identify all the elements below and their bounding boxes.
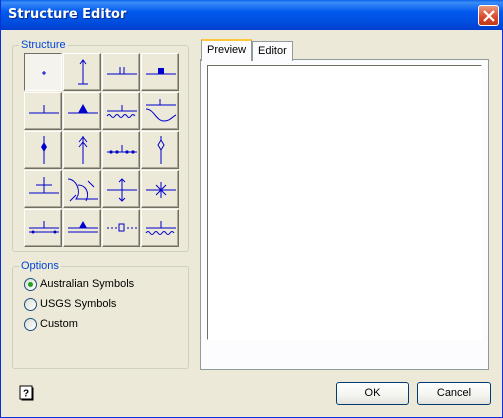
- symbol-button-tick-wavy[interactable]: [102, 92, 140, 130]
- symbol-button-fold[interactable]: [63, 170, 101, 208]
- symbol-button-wavy-tick-double[interactable]: [141, 209, 179, 247]
- help-button[interactable]: ?: [18, 385, 34, 401]
- tick-wavy-line-symbol-icon: [106, 105, 137, 118]
- symbol-button-filled-triangle[interactable]: [63, 92, 101, 130]
- ok-button[interactable]: OK: [336, 382, 409, 405]
- radio-button[interactable]: [24, 297, 37, 311]
- symbol-button-cross-line[interactable]: [24, 170, 62, 208]
- radio-usgs-symbols[interactable]: USGS Symbols: [24, 297, 116, 311]
- double-tick-line-symbol-icon: [107, 67, 137, 75]
- symbol-button-double-chevron[interactable]: [63, 131, 101, 169]
- wavy-tick-double-line-symbol-icon: [145, 221, 176, 235]
- options-group-label: Options: [19, 260, 61, 273]
- symbol-button-double-tick[interactable]: [102, 53, 140, 91]
- radio-label: USGS Symbols: [40, 298, 117, 310]
- star-cross-symbol-icon: [146, 182, 176, 198]
- symbol-button-dotted-tick-double[interactable]: [24, 209, 62, 247]
- tab-label: Preview: [207, 44, 247, 56]
- symbol-button-dashed-box[interactable]: [102, 209, 140, 247]
- close-icon: [483, 10, 495, 22]
- fold-line-symbol-icon: [67, 178, 98, 202]
- symbol-button-triangle-double[interactable]: [63, 209, 101, 247]
- dotted-tick-line-symbol-icon: [107, 145, 137, 154]
- point-symbol-icon: [42, 71, 46, 75]
- tab-label: Editor: [258, 45, 287, 57]
- s-curve-line-symbol-icon: [145, 99, 177, 122]
- dotted-tick-double-line-symbol-icon: [29, 221, 59, 234]
- structure-symbol-grid: [24, 53, 179, 247]
- symbol-button-vertical-arrow[interactable]: [63, 53, 101, 91]
- hollow-diamond-arrow-symbol-icon: [157, 136, 165, 164]
- radio-button[interactable]: [24, 317, 37, 331]
- vertical-arrow-symbol-icon: [78, 59, 88, 85]
- double-chevron-arrow-symbol-icon: [78, 136, 88, 164]
- triangle-double-line-symbol-icon: [68, 221, 98, 233]
- symbol-button-hollow-diamond[interactable]: [141, 131, 179, 169]
- radio-australian-symbols[interactable]: Australian Symbols: [24, 277, 134, 291]
- tab-preview[interactable]: Preview: [201, 39, 253, 61]
- diamond-down-arrow-symbol-icon: [41, 136, 47, 164]
- single-tick-line-symbol-icon: [29, 105, 59, 114]
- structure-editor-window: Structure Editor Structure Options Austr…: [0, 0, 503, 418]
- symbol-button-dotted-tick[interactable]: [102, 131, 140, 169]
- tab-editor[interactable]: Editor: [252, 41, 293, 61]
- help-icon: ?: [19, 385, 34, 401]
- symbol-button-s-curve[interactable]: [141, 92, 179, 130]
- window-title: Structure Editor: [8, 7, 127, 22]
- symbol-button-diamond-down[interactable]: [24, 131, 62, 169]
- symbol-button-filled-square[interactable]: [141, 53, 179, 91]
- symbol-button-point[interactable]: [24, 53, 62, 91]
- symbol-button-double-arrow[interactable]: [102, 170, 140, 208]
- radio-button[interactable]: [24, 277, 37, 291]
- symbol-button-star-cross[interactable]: [141, 170, 179, 208]
- cancel-button[interactable]: Cancel: [417, 382, 491, 405]
- symbol-button-single-tick[interactable]: [24, 92, 62, 130]
- structure-group-label: Structure: [19, 39, 68, 52]
- filled-square-line-symbol-icon: [146, 68, 176, 75]
- radio-label: Australian Symbols: [40, 278, 135, 290]
- cross-line-symbol-icon: [29, 177, 59, 194]
- radio-label: Custom: [40, 318, 78, 330]
- svg-text:?: ?: [23, 389, 29, 400]
- preview-canvas[interactable]: [207, 65, 482, 340]
- close-button[interactable]: [478, 5, 499, 26]
- radio-custom[interactable]: Custom: [24, 317, 78, 331]
- filled-triangle-line-symbol-icon: [68, 104, 98, 114]
- title-bar[interactable]: Structure Editor: [1, 0, 503, 30]
- dashed-box-line-symbol-icon: [107, 223, 137, 232]
- double-arrow-line-symbol-icon: [107, 178, 137, 202]
